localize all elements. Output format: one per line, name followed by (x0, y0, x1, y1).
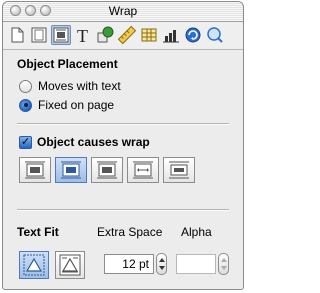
radio-fixed-on-page[interactable]: Fixed on page (19, 97, 114, 113)
radio-moves-with-text[interactable]: Moves with text (19, 78, 121, 94)
stepper-down-icon[interactable] (221, 266, 227, 270)
divider (17, 209, 229, 211)
wrap-right-icon[interactable] (91, 157, 123, 183)
alpha-field[interactable] (176, 254, 216, 274)
alpha-stepper[interactable] (218, 253, 229, 275)
stepper-down-icon[interactable] (159, 266, 165, 270)
stepper-up-icon[interactable] (159, 258, 165, 262)
extra-space-label: Extra Space (97, 225, 163, 239)
inspector-toolbar: T (3, 22, 243, 50)
object-placement-heading: Object Placement (17, 57, 118, 71)
title-bar: Wrap (3, 2, 243, 22)
wrap-icon[interactable] (51, 25, 71, 45)
text-icon[interactable]: T (73, 25, 93, 45)
document-icon[interactable] (7, 25, 27, 45)
extra-space-stepper[interactable] (156, 253, 167, 275)
fit-box-icon[interactable] (55, 251, 85, 279)
wrap-around-icon[interactable] (55, 157, 87, 183)
ruler-icon[interactable] (117, 25, 137, 45)
alpha-label: Alpha (181, 225, 212, 239)
wrap-both-sides-icon[interactable] (127, 157, 159, 183)
page-icon[interactable] (29, 25, 49, 45)
divider (17, 123, 229, 125)
radio-button[interactable] (19, 79, 32, 93)
svg-text:T: T (77, 26, 88, 45)
object-causes-wrap-checkbox[interactable]: ✓ Object causes wrap (19, 135, 150, 149)
stepper-up-icon[interactable] (221, 258, 227, 262)
table-icon[interactable] (139, 25, 159, 45)
wrap-left-icon[interactable] (19, 157, 51, 183)
extra-space-field[interactable]: 12 pt (104, 254, 154, 274)
checkbox-label: Object causes wrap (37, 135, 150, 149)
radio-label: Fixed on page (38, 98, 115, 112)
checkbox-checked[interactable]: ✓ (19, 135, 32, 149)
inspector-icon[interactable] (205, 25, 225, 45)
window-title: Wrap (108, 4, 138, 18)
radio-label: Moves with text (38, 79, 121, 93)
radio-button-selected[interactable] (19, 98, 32, 112)
text-fit-heading: Text Fit (17, 225, 59, 239)
wrap-above-below-icon[interactable] (163, 157, 195, 183)
chart-icon[interactable] (161, 25, 181, 45)
links-icon[interactable] (183, 25, 203, 45)
wrap-inspector-window: Wrap T Object Placement Moves with text … (2, 1, 244, 290)
fit-shape-icon[interactable] (19, 251, 49, 279)
shape-icon[interactable] (95, 25, 115, 45)
